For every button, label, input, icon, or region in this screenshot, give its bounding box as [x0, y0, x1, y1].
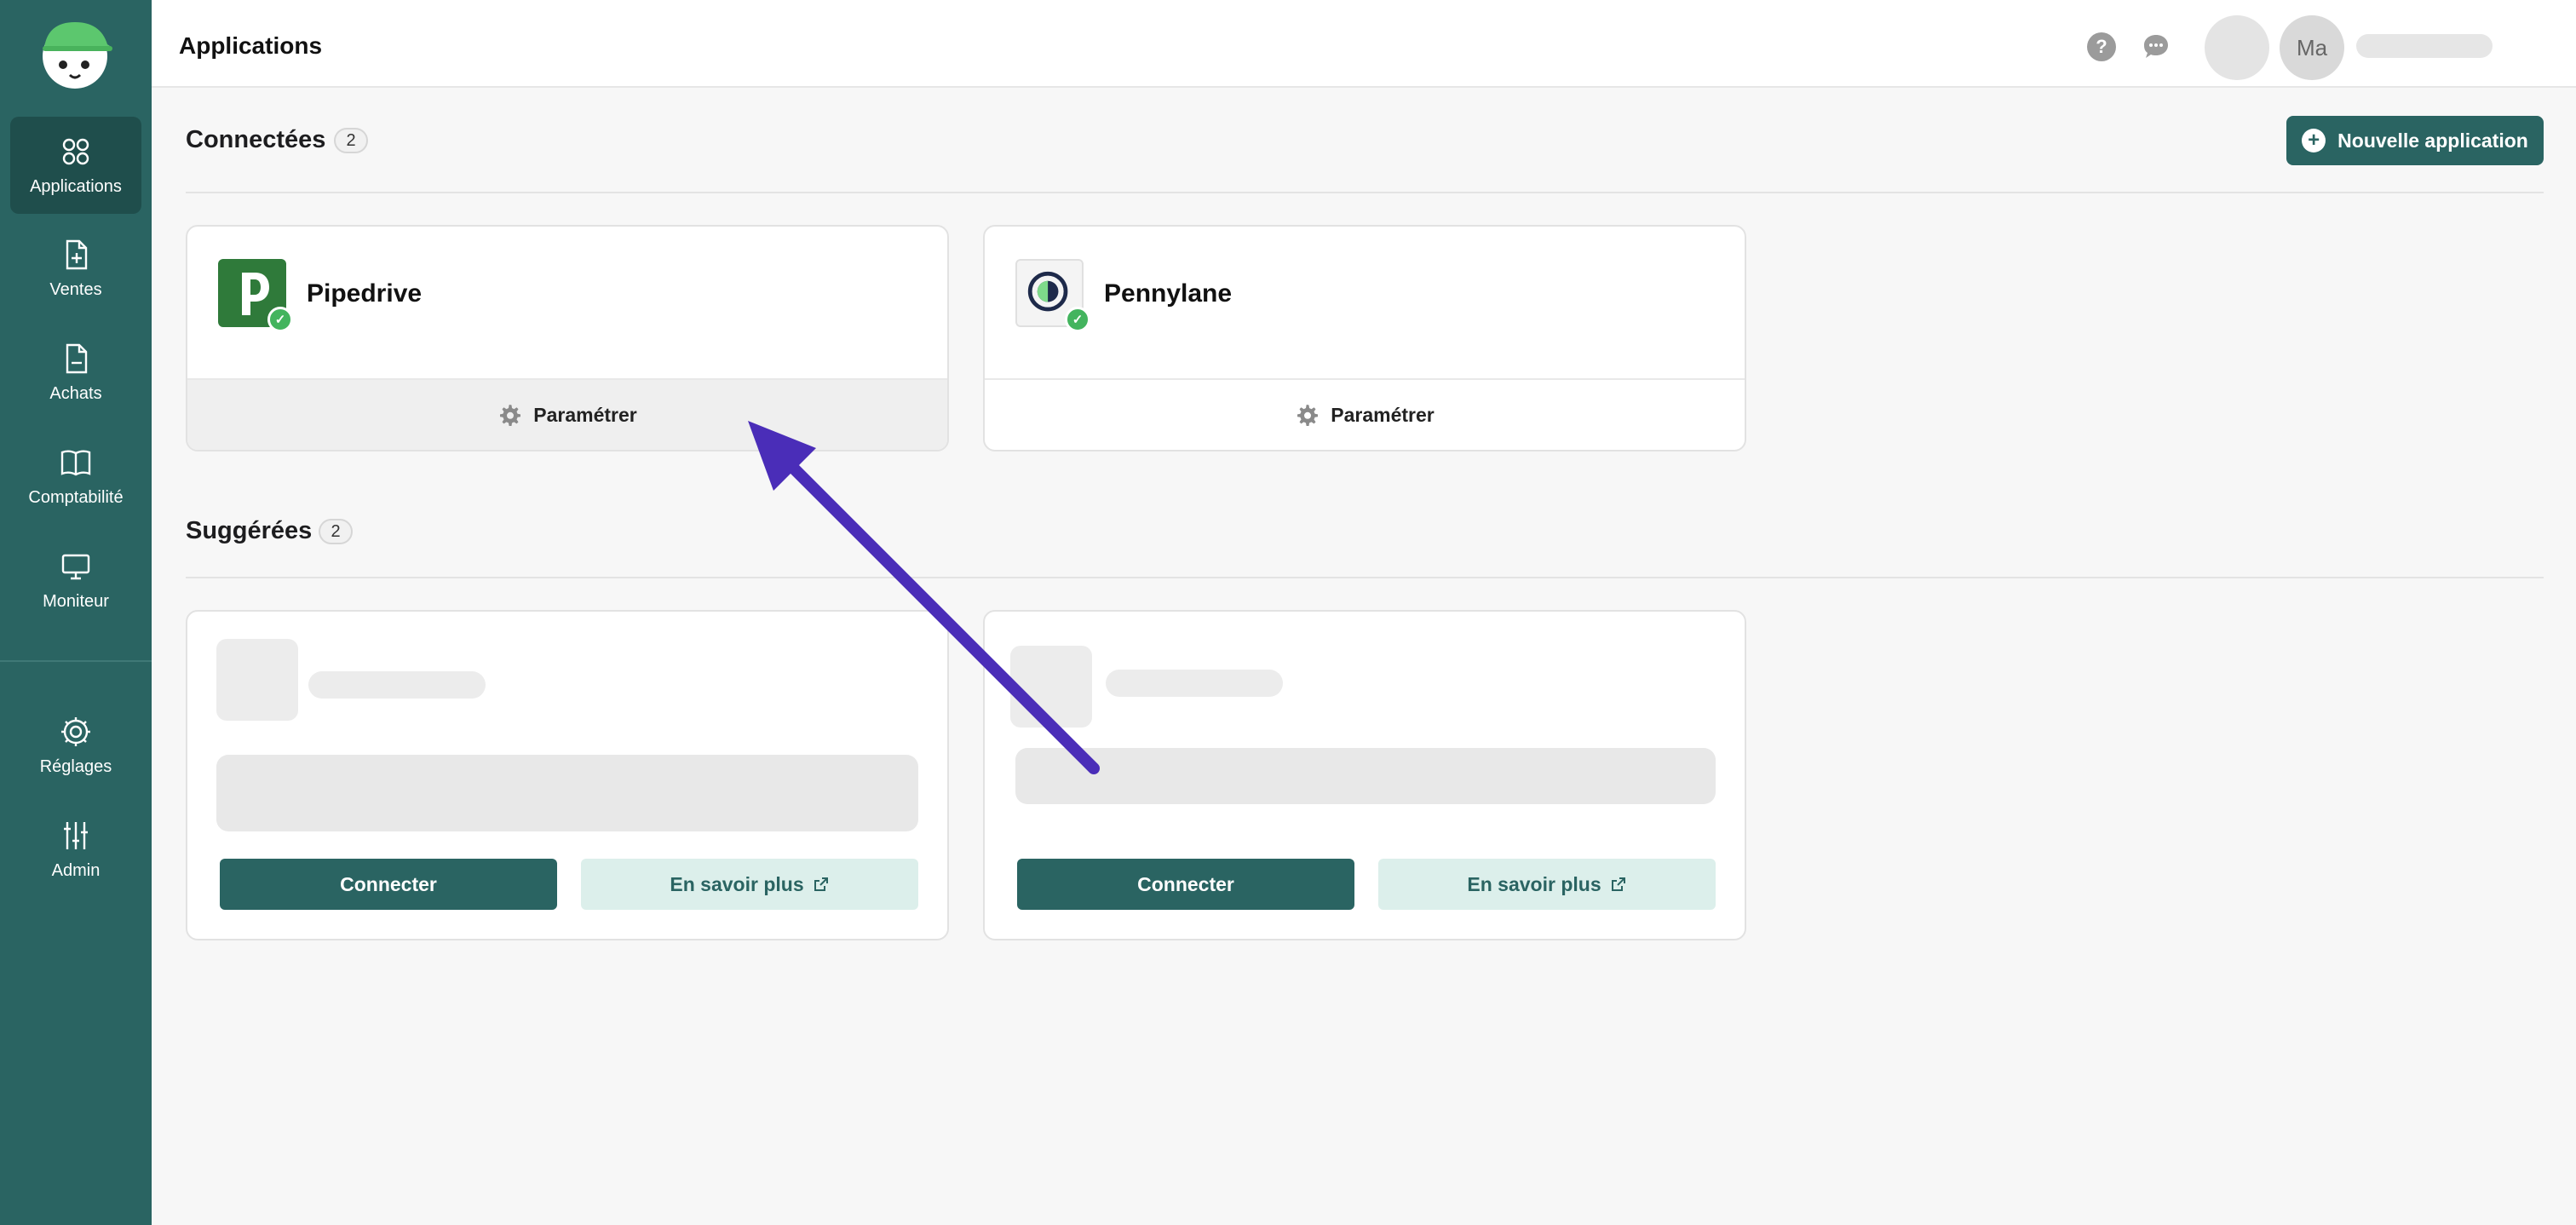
- sidebar-item-reglages[interactable]: Réglages: [10, 697, 141, 794]
- learn-more-button[interactable]: En savoir plus: [1378, 859, 1716, 910]
- sidebar-item-admin[interactable]: Admin: [10, 801, 141, 898]
- avatar[interactable]: Ma: [2280, 15, 2344, 80]
- app-logo-icon[interactable]: [36, 15, 114, 92]
- monitor-icon: [61, 554, 90, 579]
- sidebar-item-applications[interactable]: Applications: [10, 117, 141, 214]
- connected-count-badge: 2: [334, 128, 368, 153]
- app-name: Pipedrive: [307, 279, 423, 308]
- sidebar-item-comptabilite[interactable]: Comptabilité: [10, 428, 141, 525]
- app-card-pennylane: ✓ Pennylane Paramétrer: [983, 225, 1746, 451]
- configure-button[interactable]: Paramétrer: [985, 378, 1745, 450]
- app-logo-placeholder: [1010, 646, 1092, 728]
- user-name-placeholder: [2356, 34, 2493, 58]
- connect-button[interactable]: Connecter: [1017, 859, 1354, 910]
- grid-icon: [62, 138, 89, 164]
- section-title-connected: Connectées: [186, 126, 326, 153]
- document-plus-icon: [66, 239, 88, 269]
- sidebar-item-ventes[interactable]: Ventes: [10, 220, 141, 317]
- gear-icon: [1297, 405, 1319, 426]
- sidebar-item-label: Applications: [30, 176, 122, 196]
- sidebar-item-label: Comptabilité: [28, 487, 124, 507]
- book-icon: [60, 450, 91, 475]
- section-title-suggested: Suggérées: [186, 517, 313, 544]
- sidebar-item-label: Réglages: [39, 756, 112, 776]
- sidebar-item-label: Ventes: [49, 279, 102, 299]
- suggested-app-card: Connecter En savoir plus: [186, 610, 949, 940]
- app-name-placeholder: [1106, 670, 1283, 697]
- learn-more-button[interactable]: En savoir plus: [581, 859, 918, 910]
- plus-icon: +: [2302, 129, 2326, 152]
- connected-check-icon: ✓: [1065, 307, 1090, 332]
- help-icon[interactable]: ?: [2087, 32, 2116, 61]
- sidebar-divider: [0, 660, 152, 662]
- sidebar-item-achats[interactable]: Achats: [10, 324, 141, 421]
- top-header: Applications ? Ma: [152, 0, 2576, 88]
- sidebar-item-moniteur[interactable]: Moniteur: [10, 532, 141, 629]
- sidebar: Applications Ventes Achats Comptabilité …: [0, 0, 152, 1225]
- configure-label: Paramétrer: [1331, 403, 1435, 426]
- external-link-icon: [1611, 877, 1625, 891]
- connected-check-icon: ✓: [267, 307, 293, 332]
- avatar-placeholder[interactable]: [2205, 15, 2269, 80]
- configure-label: Paramétrer: [533, 403, 637, 426]
- app-card-pipedrive: ✓ Pipedrive Paramétrer: [186, 225, 949, 451]
- description-placeholder: [1015, 748, 1716, 804]
- app-name: Pennylane: [1104, 279, 1233, 308]
- page-title: Applications: [179, 32, 323, 59]
- description-placeholder: [216, 755, 918, 831]
- chat-icon[interactable]: [2142, 32, 2171, 61]
- new-application-label: Nouvelle application: [2337, 129, 2528, 152]
- configure-button[interactable]: Paramétrer: [187, 378, 947, 450]
- document-minus-icon: [66, 343, 88, 373]
- gear-icon: [500, 405, 521, 426]
- app-logo-placeholder: [216, 639, 298, 721]
- external-link-icon: [814, 877, 828, 891]
- suggested-count-badge: 2: [319, 519, 353, 544]
- learn-more-label: En savoir plus: [670, 872, 804, 895]
- sidebar-item-label: Moniteur: [43, 591, 109, 611]
- section-divider: [186, 192, 2544, 193]
- connect-button[interactable]: Connecter: [220, 859, 557, 910]
- sidebar-item-label: Achats: [49, 383, 102, 403]
- new-application-button[interactable]: + Nouvelle application: [2286, 116, 2544, 165]
- sidebar-item-label: Admin: [51, 860, 101, 880]
- suggested-app-card: Connecter En savoir plus: [983, 610, 1746, 940]
- learn-more-label: En savoir plus: [1467, 872, 1601, 895]
- sliders-icon: [64, 821, 88, 849]
- app-name-placeholder: [308, 671, 486, 699]
- section-divider: [186, 577, 2544, 578]
- gear-icon: [61, 716, 90, 746]
